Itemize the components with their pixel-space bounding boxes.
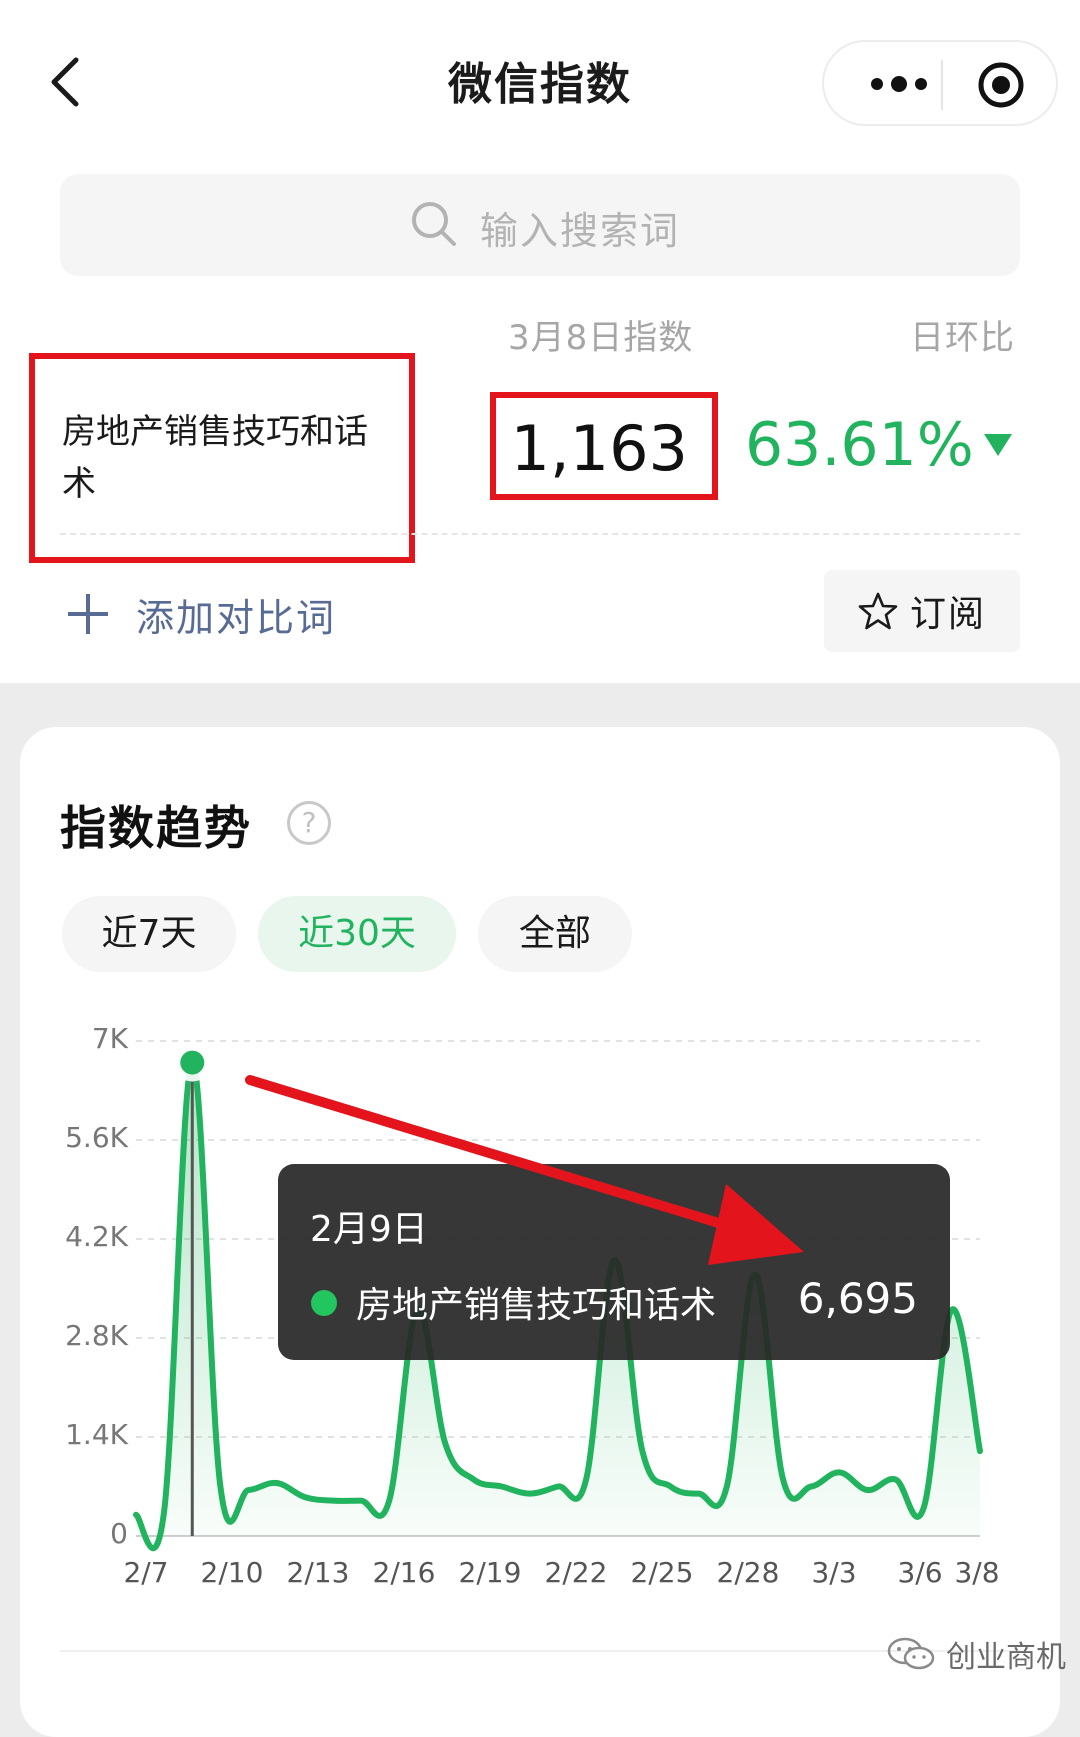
- watermark-text: 创业商机: [946, 1640, 1066, 1675]
- watermark: 创业商机: [886, 1632, 1066, 1676]
- legend-dot: [311, 1290, 337, 1316]
- tooltip-series-name: 房地产销售技巧和话术: [356, 1285, 717, 1326]
- wechat-icon: [887, 1637, 935, 1670]
- tooltip-date: 2月9日: [310, 1209, 428, 1250]
- tooltip: 2月9日 房地产销售技巧和话术 6,695: [278, 1164, 950, 1360]
- tooltip-value: 6,695: [797, 1274, 918, 1323]
- highlight-point: [180, 1050, 205, 1075]
- divider: [60, 1650, 1020, 1652]
- trend-chart[interactable]: [0, 0, 1080, 1698]
